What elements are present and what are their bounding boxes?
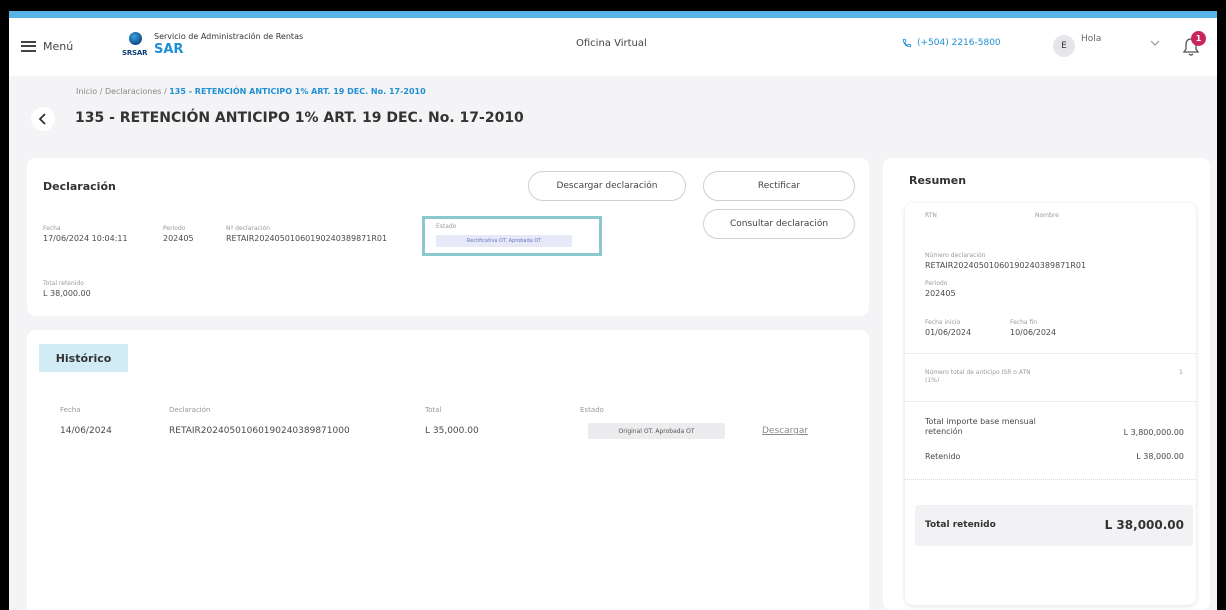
descargar-declaracion-button[interactable]: Descargar declaración bbox=[528, 171, 686, 201]
divider bbox=[905, 353, 1196, 354]
retenido-value: L 38,000.00 bbox=[1136, 452, 1184, 461]
greeting-text: Hola bbox=[1081, 34, 1102, 44]
total-retenido-label: Total retenido bbox=[43, 280, 84, 287]
globe-logo-icon: SRSAR bbox=[122, 32, 150, 62]
notification-badge: 1 bbox=[1191, 31, 1206, 46]
total-retenido-value: L 38,000.00 bbox=[43, 289, 91, 298]
hamburger-icon bbox=[21, 40, 36, 52]
phone-link[interactable]: (+504) 2216-5800 bbox=[902, 38, 1001, 48]
row-declaracion: RETAIR20240501060190240389871000 bbox=[169, 426, 350, 436]
nombre-label: Nombre bbox=[1035, 212, 1059, 219]
anticipo-label-line1: Número total de anticipo ISR o ATN bbox=[925, 369, 1031, 376]
chevron-down-icon[interactable] bbox=[1150, 39, 1160, 47]
anticipo-value: 1 bbox=[1179, 369, 1183, 376]
rectificar-button[interactable]: Rectificar bbox=[703, 171, 855, 201]
numero-declaracion-label: Nº declaración bbox=[226, 225, 270, 232]
fecha-inicio-label: Fecha inicio bbox=[925, 319, 961, 326]
rtn-label: RTN bbox=[925, 212, 937, 219]
total-retenido-summary-value: L 38,000.00 bbox=[1104, 518, 1184, 532]
page-title: 135 - RETENCIÓN ANTICIPO 1% ART. 19 DEC.… bbox=[75, 110, 524, 126]
top-accent-bar bbox=[9, 11, 1217, 18]
col-header-declaracion: Declaración bbox=[169, 406, 211, 414]
descargar-link[interactable]: Descargar bbox=[762, 426, 808, 436]
estado-highlight: Estado Rectificativa OT. Aprobada OT bbox=[422, 216, 602, 256]
fecha-fin-label: Fecha fin bbox=[1010, 319, 1038, 326]
logo-small-text: SRSAR bbox=[122, 49, 148, 57]
avatar[interactable]: E bbox=[1053, 35, 1075, 57]
resumen-title: Resumen bbox=[909, 174, 967, 187]
fecha-fin-value: 10/06/2024 bbox=[1010, 328, 1057, 337]
base-label-line1: Total importe base mensual bbox=[925, 417, 1036, 426]
resumen-periodo-label: Periodo bbox=[925, 280, 948, 287]
historico-panel: Histórico Fecha Declaración Total Estado… bbox=[27, 330, 869, 610]
declaracion-title: Declaración bbox=[43, 180, 116, 193]
breadcrumb-prefix[interactable]: Inicio / Declaraciones / bbox=[76, 87, 169, 96]
phone-icon bbox=[902, 38, 912, 48]
row-total: L 35,000.00 bbox=[425, 426, 479, 436]
phone-number: (+504) 2216-5800 bbox=[917, 38, 1001, 48]
resumen-panel: Resumen RTN Nombre Número declaración RE… bbox=[883, 158, 1210, 610]
declaracion-panel: Declaración Fecha 17/06/2024 10:04:11 Pe… bbox=[27, 158, 869, 316]
consultar-declaracion-button[interactable]: Consultar declaración bbox=[703, 209, 855, 239]
row-status-badge: Original OT. Aprobada OT bbox=[588, 423, 725, 439]
sar-logo[interactable]: SRSAR Servicio de Administración de Rent… bbox=[122, 32, 303, 62]
base-label-line2: retención bbox=[925, 427, 963, 436]
oficina-virtual-label: Oficina Virtual bbox=[576, 38, 647, 49]
fecha-inicio-value: 01/06/2024 bbox=[925, 328, 972, 337]
numero-declaracion-value: RETAIR20240501060190240389871R01 bbox=[226, 234, 388, 243]
menu-button[interactable]: Menú bbox=[21, 36, 73, 56]
periodo-label: Periodo bbox=[163, 225, 186, 232]
status-badge: Rectificativa OT. Aprobada OT bbox=[436, 235, 572, 247]
resumen-numero-value: RETAIR20240501060190240389871R01 bbox=[925, 261, 1087, 270]
resumen-numero-label: Número declaración bbox=[925, 252, 986, 259]
retenido-label: Retenido bbox=[925, 452, 961, 461]
brand-name: SAR bbox=[154, 42, 184, 57]
breadcrumb: Inicio / Declaraciones / 135 - RETENCIÓN… bbox=[76, 87, 426, 96]
top-header: Menú SRSAR Servicio de Administración de… bbox=[9, 18, 1217, 76]
total-retenido-summary-label: Total retenido bbox=[925, 520, 996, 530]
header-field bbox=[665, 32, 865, 56]
historico-title: Histórico bbox=[39, 344, 128, 372]
col-header-total: Total bbox=[425, 406, 442, 414]
app-window: Menú SRSAR Servicio de Administración de… bbox=[9, 11, 1217, 610]
periodo-value: 202405 bbox=[163, 234, 194, 243]
chevron-left-icon bbox=[38, 113, 46, 125]
fecha-label: Fecha bbox=[43, 225, 61, 232]
resumen-periodo-value: 202405 bbox=[925, 289, 956, 298]
divider bbox=[905, 401, 1196, 402]
menu-label: Menú bbox=[43, 39, 74, 53]
col-header-fecha: Fecha bbox=[60, 406, 81, 414]
row-fecha: 14/06/2024 bbox=[60, 426, 112, 436]
estado-label: Estado bbox=[436, 223, 457, 230]
divider bbox=[905, 479, 1196, 480]
back-button[interactable] bbox=[31, 107, 55, 131]
breadcrumb-current: 135 - RETENCIÓN ANTICIPO 1% ART. 19 DEC.… bbox=[169, 87, 426, 96]
base-value: L 3,800,000.00 bbox=[1123, 428, 1184, 437]
col-header-estado: Estado bbox=[580, 406, 604, 414]
anticipo-label-line2: (1%) bbox=[925, 377, 940, 384]
org-name: Servicio de Administración de Rentas bbox=[154, 32, 304, 41]
fecha-value: 17/06/2024 10:04:11 bbox=[43, 234, 128, 243]
